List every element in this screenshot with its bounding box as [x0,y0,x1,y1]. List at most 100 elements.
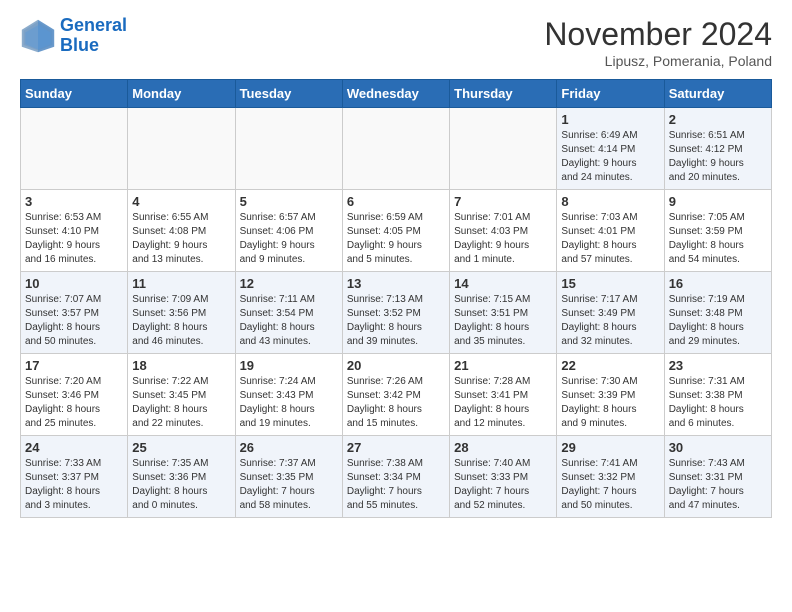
calendar-table: Sunday Monday Tuesday Wednesday Thursday… [20,79,772,518]
day-number: 12 [240,276,338,291]
logo-line1: General [60,15,127,35]
day-info: Sunrise: 7:30 AM Sunset: 3:39 PM Dayligh… [561,375,659,431]
day-info: Sunrise: 6:59 AM Sunset: 4:05 PM Dayligh… [347,211,445,267]
calendar-cell: 12 Sunrise: 7:11 AM Sunset: 3:54 PM Dayli… [235,272,342,354]
day-number: 1 [561,112,659,127]
day-info: Sunrise: 7:15 AM Sunset: 3:51 PM Dayligh… [454,293,552,349]
location: Lipusz, Pomerania, Poland [544,53,772,69]
day-info: Sunrise: 7:38 AM Sunset: 3:34 PM Dayligh… [347,457,445,513]
calendar-cell: 14Sunrise: 7:15 AM Sunset: 3:51 PM Dayli… [450,272,557,354]
title-block: November 2024 Lipusz, Pomerania, Poland [544,16,772,69]
calendar-cell [450,108,557,190]
day-info: Sunrise: 7:31 AM Sunset: 3:38 PM Dayligh… [669,375,767,431]
day-info: Sunrise: 7:37 AM Sunset: 3:35 PM Dayligh… [240,457,338,513]
day-number: 18 [132,358,230,373]
day-info: Sunrise: 7:01 AM Sunset: 4:03 PM Dayligh… [454,211,552,267]
day-info: Sunrise: 7:17 AM Sunset: 3:49 PM Dayligh… [561,293,659,349]
calendar-cell: 18 Sunrise: 7:22 AM Sunset: 3:45 PM Dayli… [128,354,235,436]
day-info: Sunrise: 7:05 AM Sunset: 3:59 PM Dayligh… [669,211,767,267]
calendar-cell: 25 Sunrise: 7:35 AM Sunset: 3:36 PM Dayli… [128,436,235,518]
day-info: Sunrise: 7:22 AM Sunset: 3:45 PM Dayligh… [132,375,230,431]
calendar-week-4: 24 Sunrise: 7:33 AM Sunset: 3:37 PM Dayli… [21,436,772,518]
calendar-cell: 13Sunrise: 7:13 AM Sunset: 3:52 PM Dayli… [342,272,449,354]
col-sunday: Sunday [21,80,128,108]
day-info: Sunrise: 7:35 AM Sunset: 3:36 PM Dayligh… [132,457,230,513]
calendar-cell: 17 Sunrise: 7:20 AM Sunset: 3:46 PM Dayli… [21,354,128,436]
calendar-cell: 8Sunrise: 7:03 AM Sunset: 4:01 PM Daylig… [557,190,664,272]
calendar-cell: 2 Sunrise: 6:51 AM Sunset: 4:12 PM Daylig… [664,108,771,190]
day-number: 4 [132,194,230,209]
day-info: Sunrise: 6:51 AM Sunset: 4:12 PM Dayligh… [669,129,767,185]
calendar-week-2: 10Sunrise: 7:07 AM Sunset: 3:57 PM Dayli… [21,272,772,354]
day-number: 5 [240,194,338,209]
calendar-cell: 1 Sunrise: 6:49 AM Sunset: 4:14 PM Daylig… [557,108,664,190]
calendar-cell: 30Sunrise: 7:43 AM Sunset: 3:31 PM Dayli… [664,436,771,518]
calendar-cell: 21 Sunrise: 7:28 AM Sunset: 3:41 PM Dayli… [450,354,557,436]
col-thursday: Thursday [450,80,557,108]
calendar-cell: 20 Sunrise: 7:26 AM Sunset: 3:42 PM Dayli… [342,354,449,436]
day-number: 19 [240,358,338,373]
day-number: 23 [669,358,767,373]
calendar-cell [128,108,235,190]
day-info: Sunrise: 7:09 AM Sunset: 3:56 PM Dayligh… [132,293,230,349]
day-info: Sunrise: 7:13 AM Sunset: 3:52 PM Dayligh… [347,293,445,349]
day-number: 25 [132,440,230,455]
calendar-week-0: 1 Sunrise: 6:49 AM Sunset: 4:14 PM Daylig… [21,108,772,190]
calendar-cell: 23 Sunrise: 7:31 AM Sunset: 3:38 PM Dayli… [664,354,771,436]
logo-line2: Blue [60,35,99,55]
day-info: Sunrise: 7:20 AM Sunset: 3:46 PM Dayligh… [25,375,123,431]
col-monday: Monday [128,80,235,108]
day-info: Sunrise: 7:43 AM Sunset: 3:31 PM Dayligh… [669,457,767,513]
calendar-cell: 22 Sunrise: 7:30 AM Sunset: 3:39 PM Dayli… [557,354,664,436]
calendar-cell: 4 Sunrise: 6:55 AM Sunset: 4:08 PM Daylig… [128,190,235,272]
calendar-cell: 27Sunrise: 7:38 AM Sunset: 3:34 PM Dayli… [342,436,449,518]
day-info: Sunrise: 7:26 AM Sunset: 3:42 PM Dayligh… [347,375,445,431]
day-info: Sunrise: 7:19 AM Sunset: 3:48 PM Dayligh… [669,293,767,349]
day-info: Sunrise: 6:49 AM Sunset: 4:14 PM Dayligh… [561,129,659,185]
calendar-cell [235,108,342,190]
calendar-cell: 29Sunrise: 7:41 AM Sunset: 3:32 PM Dayli… [557,436,664,518]
calendar-week-3: 17 Sunrise: 7:20 AM Sunset: 3:46 PM Dayli… [21,354,772,436]
day-number: 8 [561,194,659,209]
day-number: 7 [454,194,552,209]
logo-text: General Blue [60,16,127,56]
calendar-cell: 26 Sunrise: 7:37 AM Sunset: 3:35 PM Dayli… [235,436,342,518]
calendar-cell: 9 Sunrise: 7:05 AM Sunset: 3:59 PM Daylig… [664,190,771,272]
calendar-cell: 10Sunrise: 7:07 AM Sunset: 3:57 PM Dayli… [21,272,128,354]
day-number: 22 [561,358,659,373]
day-number: 16 [669,276,767,291]
day-info: Sunrise: 7:40 AM Sunset: 3:33 PM Dayligh… [454,457,552,513]
calendar-cell [21,108,128,190]
header: General Blue November 2024 Lipusz, Pomer… [20,16,772,69]
day-number: 2 [669,112,767,127]
day-number: 28 [454,440,552,455]
calendar-cell: 19Sunrise: 7:24 AM Sunset: 3:43 PM Dayli… [235,354,342,436]
day-number: 3 [25,194,123,209]
calendar-cell: 7 Sunrise: 7:01 AM Sunset: 4:03 PM Daylig… [450,190,557,272]
day-number: 17 [25,358,123,373]
day-number: 6 [347,194,445,209]
day-number: 9 [669,194,767,209]
calendar-cell [342,108,449,190]
calendar-cell: 3Sunrise: 6:53 AM Sunset: 4:10 PM Daylig… [21,190,128,272]
day-info: Sunrise: 7:28 AM Sunset: 3:41 PM Dayligh… [454,375,552,431]
calendar-cell: 15 Sunrise: 7:17 AM Sunset: 3:49 PM Dayli… [557,272,664,354]
day-number: 21 [454,358,552,373]
day-number: 15 [561,276,659,291]
day-info: Sunrise: 6:55 AM Sunset: 4:08 PM Dayligh… [132,211,230,267]
page: General Blue November 2024 Lipusz, Pomer… [0,0,792,534]
day-number: 20 [347,358,445,373]
month-title: November 2024 [544,16,772,53]
col-saturday: Saturday [664,80,771,108]
calendar-cell: 28 Sunrise: 7:40 AM Sunset: 3:33 PM Dayli… [450,436,557,518]
calendar-cell: 11Sunrise: 7:09 AM Sunset: 3:56 PM Dayli… [128,272,235,354]
day-number: 29 [561,440,659,455]
calendar-cell: 16 Sunrise: 7:19 AM Sunset: 3:48 PM Dayli… [664,272,771,354]
day-info: Sunrise: 7:11 AM Sunset: 3:54 PM Dayligh… [240,293,338,349]
day-number: 24 [25,440,123,455]
calendar-cell: 5Sunrise: 6:57 AM Sunset: 4:06 PM Daylig… [235,190,342,272]
calendar-cell: 24 Sunrise: 7:33 AM Sunset: 3:37 PM Dayli… [21,436,128,518]
calendar-cell: 6 Sunrise: 6:59 AM Sunset: 4:05 PM Daylig… [342,190,449,272]
day-number: 26 [240,440,338,455]
day-info: Sunrise: 7:33 AM Sunset: 3:37 PM Dayligh… [25,457,123,513]
